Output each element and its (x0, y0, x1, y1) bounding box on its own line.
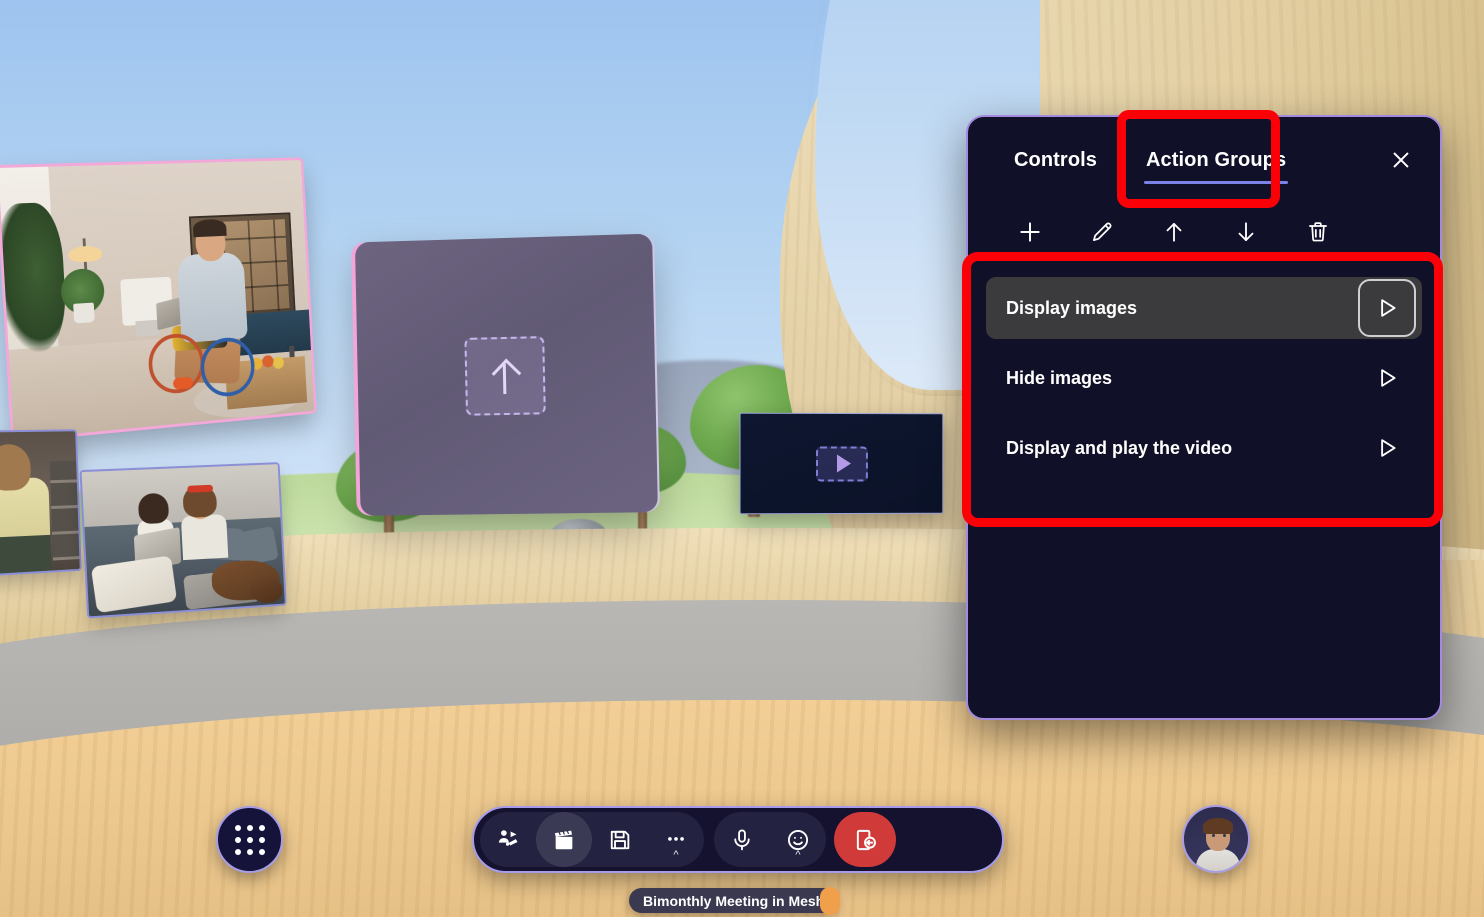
photo-3-content (81, 464, 285, 617)
meeting-toolbar: ^ ^ (472, 806, 1004, 873)
play-triangle-icon (836, 454, 851, 473)
chevron-up-icon: ^ (673, 849, 679, 861)
photo-2-content (0, 431, 80, 576)
add-icon[interactable] (994, 210, 1066, 254)
action-group-row-display-and-play-the-video[interactable]: Display and play the video (986, 417, 1422, 479)
chevron-up-icon: ^ (795, 849, 801, 861)
move-up-arrow-icon[interactable] (1138, 210, 1210, 254)
tab-controls[interactable]: Controls (1012, 145, 1099, 176)
action-group-label: Display and play the video (1006, 437, 1233, 458)
virtual-meeting-screen: Controls Action Groups Display images Hi… (0, 0, 1484, 917)
upload-dropzone[interactable] (464, 336, 546, 416)
play-action-group-button[interactable] (1358, 419, 1416, 477)
meeting-status-badge (820, 887, 840, 915)
people-button[interactable] (480, 812, 536, 867)
play-action-group-button[interactable] (1358, 279, 1416, 337)
upload-arrow-icon (492, 358, 519, 395)
tab-action-groups[interactable]: Action Groups (1144, 145, 1289, 184)
toolbar-group-right: ^ (714, 812, 826, 867)
empty-media-panel[interactable] (354, 233, 658, 516)
panel-tab-bar: Controls Action Groups (968, 117, 1440, 209)
video-placeholder[interactable] (815, 445, 868, 482)
delete-trash-icon[interactable] (1282, 210, 1354, 254)
action-groups-toolbar (968, 209, 1440, 255)
grid-dots-icon (234, 824, 265, 855)
action-group-row-hide-images[interactable]: Hide images (986, 347, 1422, 409)
photo-wheelchair-laptop[interactable] (0, 160, 315, 440)
more-options-button[interactable]: ^ (648, 812, 704, 867)
close-icon[interactable] (1384, 143, 1418, 177)
avatar[interactable] (1182, 805, 1250, 873)
action-group-label: Hide images (1006, 367, 1113, 388)
toolbar-group-left: ^ (480, 812, 704, 867)
photo-friends-couch-dog[interactable] (81, 464, 285, 617)
leave-meeting-button[interactable] (834, 812, 896, 867)
apps-grid-button[interactable] (216, 806, 283, 873)
edit-pencil-icon[interactable] (1066, 210, 1138, 254)
reactions-button[interactable]: ^ (770, 812, 826, 867)
action-groups-panel: Controls Action Groups Display images Hi… (966, 115, 1442, 720)
action-groups-list: Display images Hide images Display and p… (986, 277, 1422, 479)
action-group-label: Display images (1006, 297, 1138, 318)
meeting-title-text: Bimonthly Meeting in Mesh (643, 892, 825, 909)
meeting-title-pill: Bimonthly Meeting in Mesh (629, 888, 839, 913)
move-down-arrow-icon[interactable] (1210, 210, 1282, 254)
save-button[interactable] (592, 812, 648, 867)
microphone-button[interactable] (714, 812, 770, 867)
action-group-row-display-images[interactable]: Display images (986, 277, 1422, 339)
video-media-panel[interactable] (739, 412, 944, 515)
photo-1-content (0, 160, 315, 440)
scene-clapperboard-button[interactable] (536, 812, 592, 867)
photo-woman-standing[interactable] (0, 431, 80, 576)
play-action-group-button[interactable] (1358, 349, 1416, 407)
